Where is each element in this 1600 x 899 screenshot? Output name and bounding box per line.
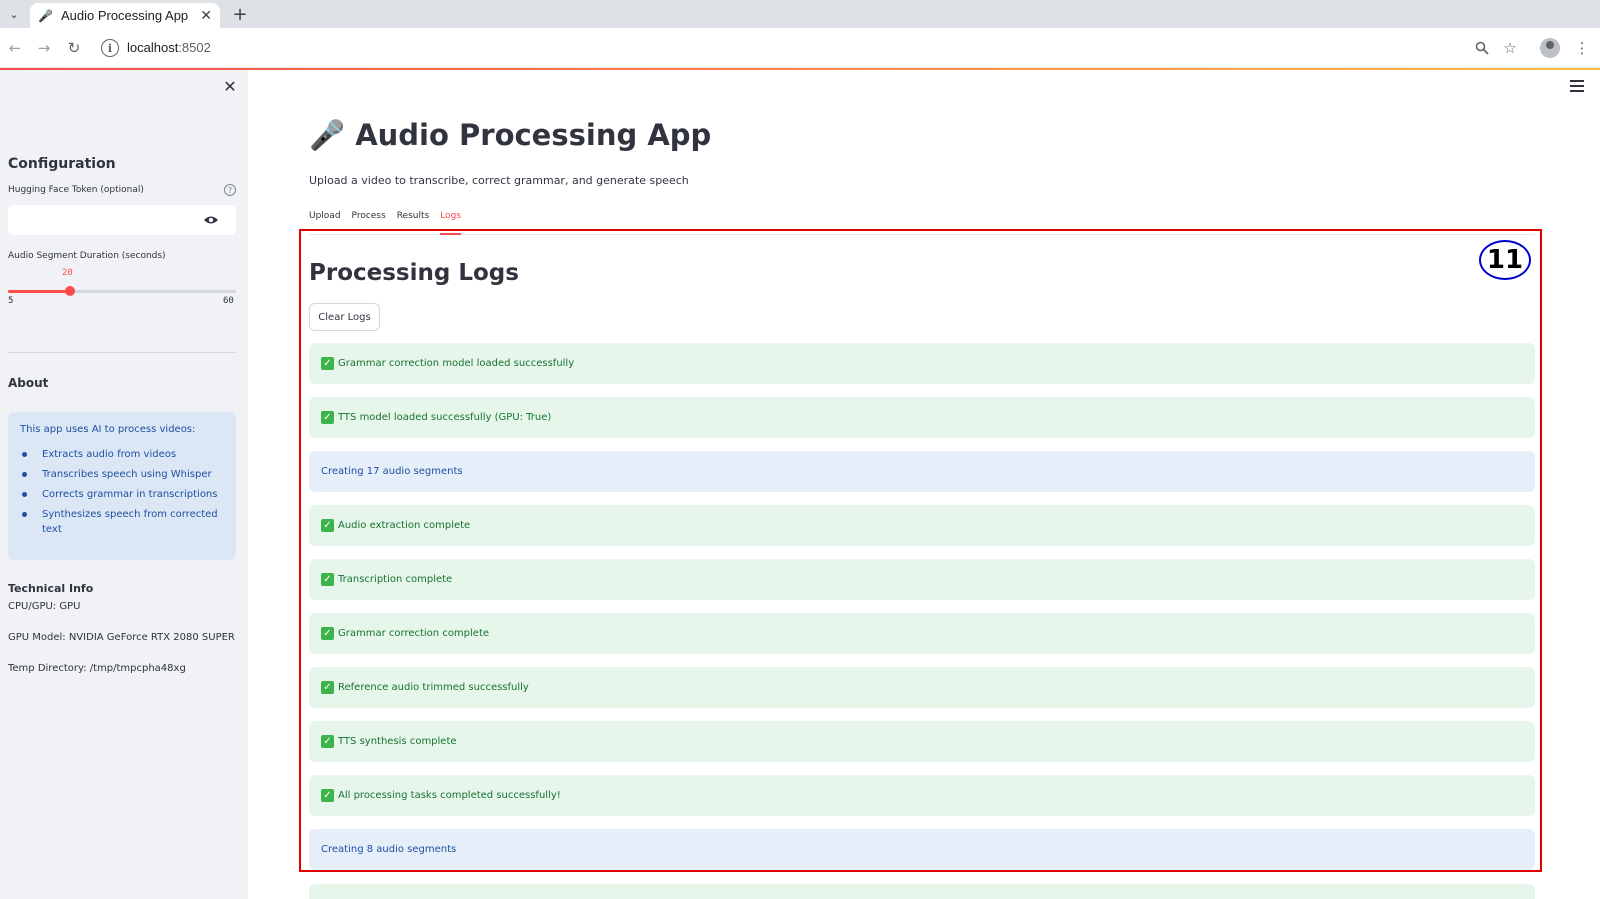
app-menu-icon[interactable] xyxy=(1570,80,1584,92)
slider-min-label: 5 xyxy=(8,296,14,306)
tech-line-device: CPU/GPU: GPU xyxy=(8,601,81,612)
segment-duration-label: Audio Segment Duration (seconds) xyxy=(8,251,166,261)
tab-search-icon[interactable]: ⌄ xyxy=(4,4,24,24)
about-heading: About xyxy=(8,376,49,390)
sidebar-divider xyxy=(8,352,236,353)
page-subtitle: Upload a video to transcribe, correct gr… xyxy=(309,174,689,187)
show-password-eye-icon[interactable] xyxy=(203,211,219,229)
tech-line-gpu-model: GPU Model: NVIDIA GeForce RTX 2080 SUPER xyxy=(8,632,235,643)
browser-tab-strip: ⌄ 🎤 Audio Processing App ✕ + xyxy=(0,0,1600,28)
list-item: Synthesizes speech from corrected text xyxy=(20,507,224,537)
slider-value: 20 xyxy=(62,268,73,278)
list-item: Extracts audio from videos xyxy=(20,447,224,462)
log-entry-partial xyxy=(309,884,1535,899)
microphone-favicon-icon: 🎤 xyxy=(38,8,53,23)
bookmark-star-icon[interactable]: ☆ xyxy=(1500,38,1520,58)
zoom-icon[interactable] xyxy=(1472,38,1492,58)
configuration-heading: Configuration xyxy=(8,156,116,172)
about-info-box: This app uses AI to process videos: Extr… xyxy=(8,412,236,560)
browser-toolbar: ← → ↻ i localhost:8502 ☆ ⋮ xyxy=(0,28,1600,68)
url-port: :8502 xyxy=(178,40,211,55)
tab-close-icon[interactable]: ✕ xyxy=(200,8,212,24)
reload-icon[interactable]: ↻ xyxy=(64,38,84,58)
browser-tab[interactable]: 🎤 Audio Processing App ✕ xyxy=(30,3,220,28)
annotation-highlight-box xyxy=(299,229,1542,872)
token-label: Hugging Face Token (optional) xyxy=(8,185,144,195)
sidebar: ✕ Configuration Hugging Face Token (opti… xyxy=(0,70,248,899)
slider-max-label: 60 xyxy=(223,296,234,306)
page-title: 🎤 Audio Processing App xyxy=(309,118,712,152)
forward-arrow-icon[interactable]: → xyxy=(34,38,54,58)
token-input[interactable] xyxy=(8,205,236,235)
tab-title: Audio Processing App xyxy=(60,8,189,23)
address-bar[interactable]: localhost:8502 xyxy=(127,40,211,55)
slider-thumb[interactable] xyxy=(65,286,76,296)
about-intro: This app uses AI to process videos: xyxy=(20,424,196,435)
help-icon[interactable]: ? xyxy=(224,184,236,196)
technical-info-heading: Technical Info xyxy=(8,582,94,595)
url-host: localhost xyxy=(127,40,179,55)
back-arrow-icon[interactable]: ← xyxy=(5,38,25,58)
about-feature-list: Extracts audio from videos Transcribes s… xyxy=(20,447,224,537)
slider-fill xyxy=(8,290,71,293)
tech-line-temp-dir: Temp Directory: /tmp/tmpcpha48xg xyxy=(8,663,186,674)
profile-avatar-icon[interactable] xyxy=(1540,38,1560,58)
site-info-icon[interactable]: i xyxy=(101,39,119,57)
annotation-badge: 11 xyxy=(1479,240,1531,280)
new-tab-icon[interactable]: + xyxy=(230,4,250,25)
list-item: Corrects grammar in transcriptions xyxy=(20,487,224,502)
sidebar-close-icon[interactable]: ✕ xyxy=(222,77,238,96)
browser-menu-icon[interactable]: ⋮ xyxy=(1572,38,1592,58)
segment-duration-slider[interactable] xyxy=(8,286,236,296)
list-item: Transcribes speech using Whisper xyxy=(20,467,224,482)
